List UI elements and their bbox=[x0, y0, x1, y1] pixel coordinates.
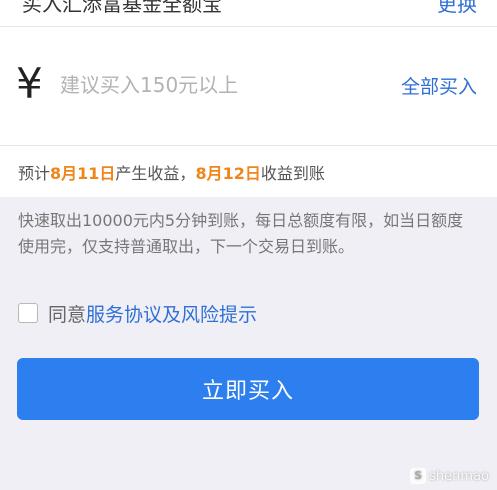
income-estimate: 预计8月11日产生收益，8月12日收益到账 bbox=[18, 160, 325, 184]
watermark-text: shenmao bbox=[429, 468, 489, 484]
yen-icon: ¥ bbox=[16, 59, 43, 108]
watermark: S shenmao bbox=[410, 468, 489, 484]
agreement-checkbox[interactable] bbox=[18, 303, 38, 323]
income-arrival-date: 8月12日 bbox=[195, 164, 261, 183]
watermark-icon: S bbox=[410, 468, 427, 484]
buy-all-button[interactable]: 全部买入 bbox=[401, 72, 477, 99]
service-agreement-link[interactable]: 服务协议及风险提示 bbox=[86, 300, 257, 327]
income-start-date: 8月11日 bbox=[50, 164, 116, 183]
purchase-card: 买入汇添富基金全额宝 更换 ¥ 全部买入 预计8月11日产生收益，8月12日收益… bbox=[0, 0, 497, 197]
income-middle: 产生收益， bbox=[115, 164, 196, 183]
amount-input[interactable] bbox=[60, 70, 360, 100]
fund-row[interactable]: 买入汇添富基金全额宝 更换 bbox=[0, 0, 497, 27]
buy-now-button[interactable]: 立即买入 bbox=[17, 358, 479, 420]
withdrawal-notice: 快速取出10000元内5分钟到账，每日总额度有限，如当日额度使用完，仅支持普通取… bbox=[18, 211, 464, 256]
agreement-row[interactable]: 同意 服务协议及风险提示 bbox=[18, 300, 257, 326]
income-prefix: 预计 bbox=[18, 164, 51, 183]
switch-fund-link[interactable]: 更换 bbox=[437, 0, 477, 17]
agreement-prefix: 同意 bbox=[48, 303, 87, 326]
income-suffix: 收益到账 bbox=[260, 164, 325, 183]
fund-name: 买入汇添富基金全额宝 bbox=[22, 0, 222, 16]
